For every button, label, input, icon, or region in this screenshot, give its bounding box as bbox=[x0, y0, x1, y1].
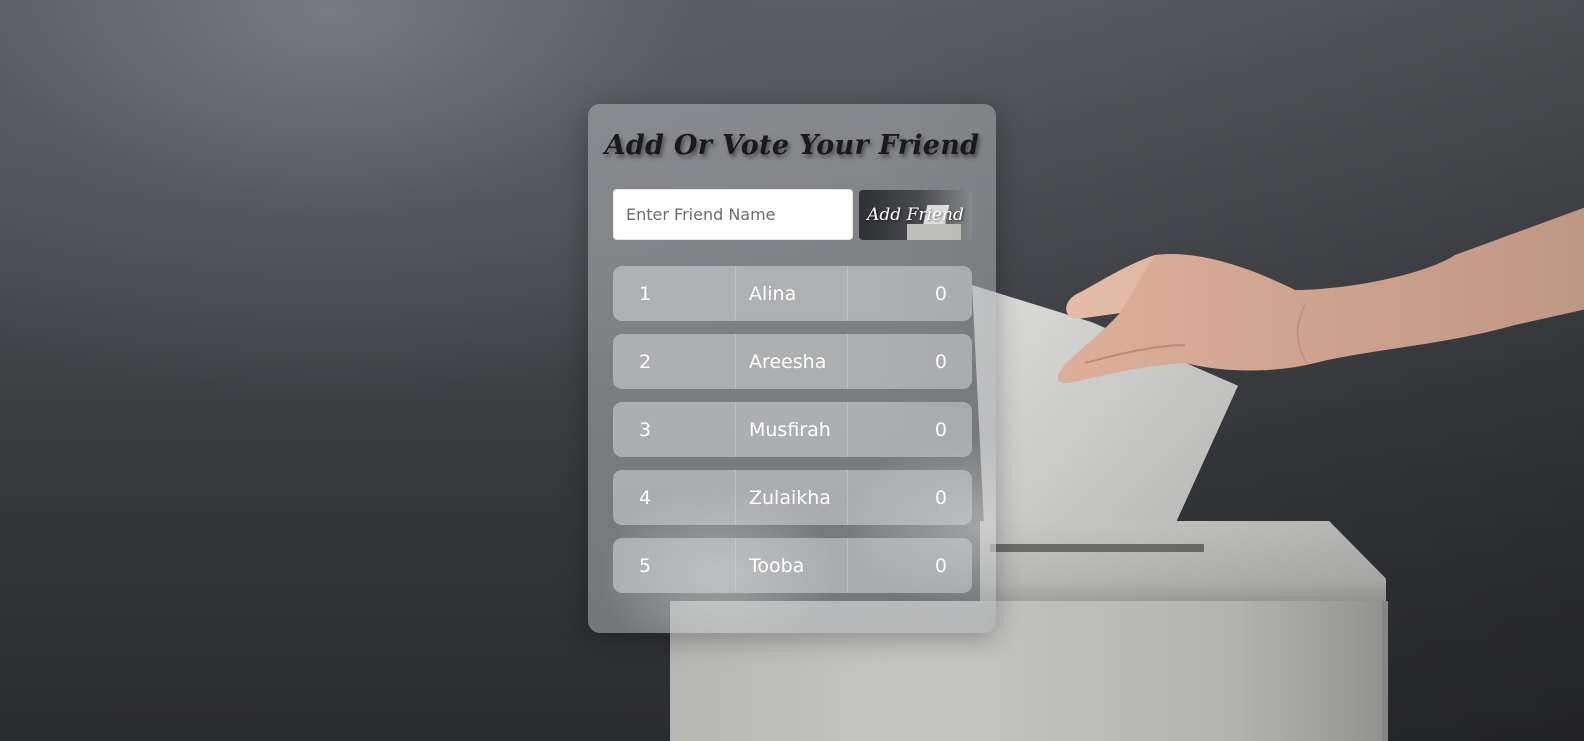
friend-rank: 3 bbox=[613, 402, 736, 457]
friend-rank: 2 bbox=[613, 334, 736, 389]
friends-list: 1 Alina 0 2 Areesha 0 3 Musfirah 0 4 Zul… bbox=[613, 266, 972, 606]
friend-name-input[interactable] bbox=[613, 189, 853, 240]
friend-votes: 0 bbox=[934, 282, 947, 305]
friend-name: Alina bbox=[736, 266, 848, 321]
friend-votes: 0 bbox=[934, 554, 947, 577]
friend-rank: 4 bbox=[613, 470, 736, 525]
friend-name: Areesha bbox=[736, 334, 848, 389]
friend-row[interactable]: 4 Zulaikha 0 bbox=[613, 470, 972, 525]
friend-row[interactable]: 1 Alina 0 bbox=[613, 266, 972, 321]
friend-votes: 0 bbox=[934, 418, 947, 441]
vote-card: Add Or Vote Your Friend Add Friend 1 Ali… bbox=[588, 104, 996, 633]
friend-votes: 0 bbox=[934, 486, 947, 509]
ballot-box-slot bbox=[990, 544, 1204, 552]
friend-row[interactable]: 5 Tooba 0 bbox=[613, 538, 972, 593]
page-title: Add Or Vote Your Friend bbox=[604, 130, 980, 161]
add-friend-button-label: Add Friend bbox=[867, 205, 964, 225]
friend-rank: 1 bbox=[613, 266, 736, 321]
ballot-box-lid bbox=[980, 521, 1386, 601]
friend-name: Musfirah bbox=[736, 402, 848, 457]
friend-row[interactable]: 3 Musfirah 0 bbox=[613, 402, 972, 457]
friend-name: Zulaikha bbox=[736, 470, 848, 525]
friend-row[interactable]: 2 Areesha 0 bbox=[613, 334, 972, 389]
friend-name: Tooba bbox=[736, 538, 848, 593]
add-friend-button[interactable]: Add Friend bbox=[859, 190, 972, 240]
ballot-paper-illustration bbox=[972, 285, 1238, 550]
background-scene: Add Or Vote Your Friend Add Friend 1 Ali… bbox=[0, 0, 1584, 741]
friend-votes: 0 bbox=[934, 350, 947, 373]
button-ballot-box-image bbox=[907, 224, 961, 240]
friend-rank: 5 bbox=[613, 538, 736, 593]
